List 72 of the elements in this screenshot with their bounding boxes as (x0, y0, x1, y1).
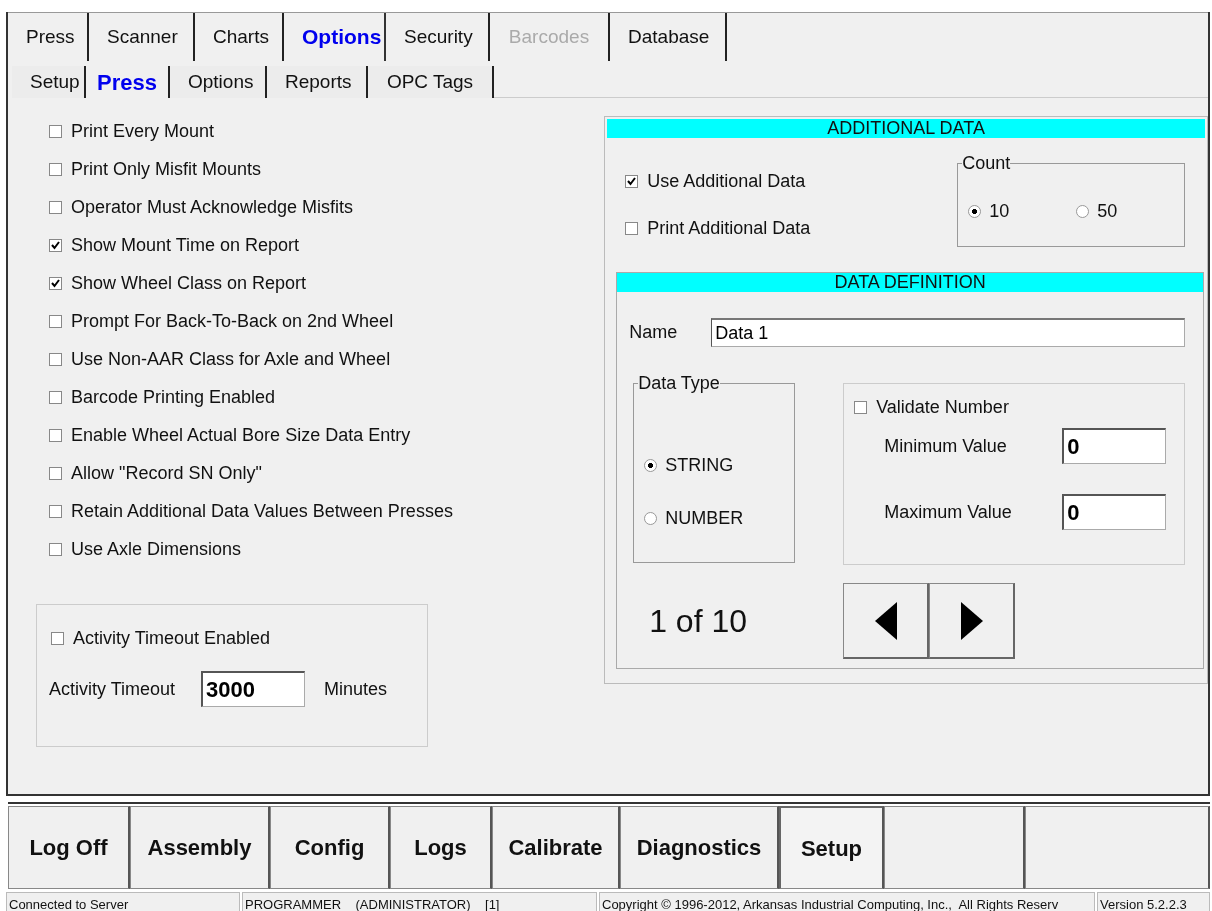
radio-label: NUMBER (665, 506, 744, 530)
checkbox-label: Allow "Record SN Only" (71, 461, 262, 485)
checkbox-label: Print Additional Data (647, 217, 811, 240)
checkbox[interactable] (49, 352, 62, 366)
checkbox-label: Operator Must Acknowledge Misfits (71, 195, 354, 219)
checkbox[interactable] (49, 162, 62, 176)
radio-button[interactable] (644, 458, 658, 472)
toolbar-button[interactable]: Diagnostics (620, 806, 779, 889)
toolbar-button[interactable]: Assembly (130, 806, 270, 889)
checkbox-label: Activity Timeout Enabled (73, 626, 271, 650)
tab[interactable]: Reports (267, 66, 368, 98)
checkbox[interactable] (49, 276, 62, 290)
radio-label: STRING (665, 458, 734, 472)
checkbox[interactable] (49, 504, 62, 518)
unit-label: Minutes (324, 677, 388, 701)
section-header: ADDITIONAL DATA (607, 119, 1205, 138)
toolbar-button[interactable]: Logs (390, 806, 492, 889)
field-label: Maximum Value (884, 500, 1013, 524)
checkbox-label: Barcode Printing Enabled (71, 385, 276, 409)
checkbox[interactable] (49, 542, 62, 556)
checkbox[interactable] (49, 428, 62, 442)
field-label: Minimum Value (884, 434, 1008, 458)
checkbox-label: Print Every Mount (71, 119, 215, 143)
checkbox[interactable] (854, 400, 868, 414)
previous-button[interactable] (843, 583, 930, 659)
tab[interactable]: Setup (12, 66, 86, 98)
checkbox[interactable] (49, 124, 62, 138)
radio-label: 50 (1097, 200, 1118, 223)
status-text: Connected to Server (6, 892, 240, 911)
checkbox-label: Validate Number (876, 395, 1009, 419)
checkbox[interactable] (625, 175, 639, 188)
checkbox[interactable] (51, 631, 64, 645)
checkbox[interactable] (49, 390, 62, 404)
checkbox-label: Prompt For Back-To-Back on 2nd Wheel (71, 309, 394, 333)
checkbox-label: Retain Additional Data Values Between Presses (71, 499, 453, 523)
checkbox[interactable] (49, 466, 62, 480)
toolbar-button[interactable]: Log Off (8, 806, 130, 889)
checkbox-label: Enable Wheel Actual Bore Size Data Entry (71, 423, 411, 447)
radio-label: 10 (989, 200, 1010, 223)
status-text: PROGRAMMER (ADMINISTRATOR) [1] (242, 892, 597, 911)
checkbox-label: Use Additional Data (647, 170, 806, 193)
name-field[interactable]: Data 1 (711, 318, 1186, 347)
field-label: Activity Timeout (49, 677, 177, 701)
checkbox-label: Print Only Misfit Mounts (71, 157, 262, 181)
checkbox[interactable] (49, 238, 62, 252)
toolbar-button[interactable]: Calibrate (492, 806, 620, 889)
toolbar-button[interactable]: Config (270, 806, 390, 889)
checkbox-label: Show Mount Time on Report (71, 233, 300, 257)
checkbox-label: Use Non-AAR Class for Axle and Wheel (71, 347, 391, 371)
next-button[interactable] (929, 583, 1016, 659)
tab[interactable]: Press (86, 66, 170, 98)
radio-button[interactable] (644, 511, 658, 525)
status-text: Copyright © 1996-2012, Arkansas Industrial Computing, Inc., All Rights Reserv (599, 892, 1095, 911)
tab[interactable]: Options (170, 66, 267, 98)
checkbox-label: Use Axle Dimensions (71, 537, 242, 561)
radio-button[interactable] (968, 205, 982, 218)
right-arrow-icon (960, 601, 983, 640)
record-position: 1 of 10 (649, 602, 748, 641)
maximum-value-field[interactable]: 0 (1062, 494, 1167, 530)
left-arrow-icon (874, 601, 897, 640)
section-header: DATA DEFINITION (617, 273, 1204, 292)
checkbox[interactable] (49, 314, 62, 328)
timeout-field[interactable]: 3000 (201, 671, 305, 707)
checkbox[interactable] (49, 200, 62, 214)
toolbar-button[interactable]: Setup (779, 806, 884, 889)
tab[interactable]: OPC Tags (368, 66, 494, 98)
checkbox[interactable] (625, 222, 639, 235)
status-text: Version 5.2.2.3 (1097, 892, 1210, 911)
radio-button[interactable] (1076, 205, 1090, 218)
checkbox-label: Show Wheel Class on Report (71, 271, 307, 295)
minimum-value-field[interactable]: 0 (1062, 428, 1167, 464)
field-label: Name (629, 321, 679, 344)
